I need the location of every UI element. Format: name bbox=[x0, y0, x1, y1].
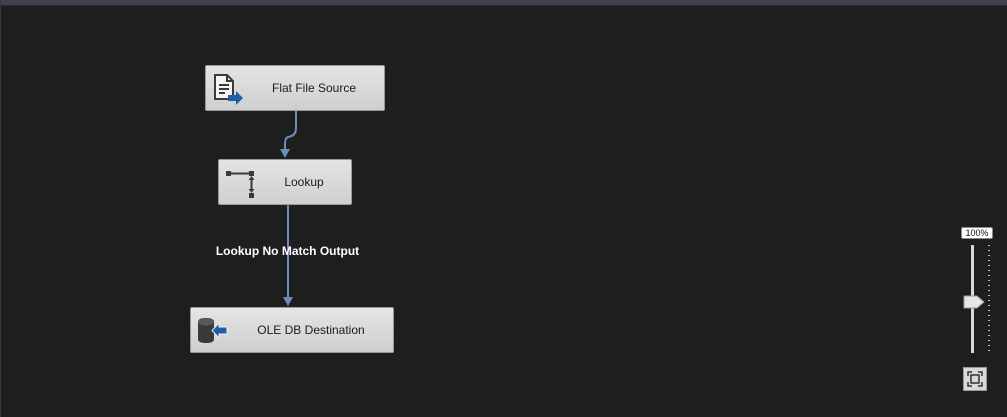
path-lookup-to-destination-arrow bbox=[283, 297, 293, 306]
canvas-top-border bbox=[0, 0, 1007, 6]
canvas-left-border bbox=[0, 0, 1, 417]
flat-file-source-icon bbox=[214, 74, 243, 105]
design-canvas[interactable]: Flat File Source Lookup Lookup No Match … bbox=[0, 0, 1007, 417]
ole-db-destination-label: OLE DB Destination bbox=[257, 323, 365, 337]
zoom-to-fit-icon bbox=[967, 371, 983, 387]
path-label-no-match-output[interactable]: Lookup No Match Output bbox=[200, 244, 375, 258]
flat-file-source-label: Flat File Source bbox=[271, 81, 357, 95]
data-flow-paths bbox=[280, 111, 297, 306]
path-flat-file-to-lookup-arrow bbox=[280, 149, 290, 158]
zoom-level-readout: 100% bbox=[961, 227, 993, 239]
zoom-to-fit-button[interactable] bbox=[963, 367, 987, 391]
flat-file-source-task[interactable]: Flat File Source bbox=[205, 65, 385, 111]
lookup-icon bbox=[226, 171, 255, 198]
path-flat-file-to-lookup[interactable] bbox=[284, 111, 297, 150]
ole-db-destination-task[interactable]: OLE DB Destination bbox=[190, 307, 394, 353]
lookup-label: Lookup bbox=[284, 175, 324, 189]
zoom-slider-ticks bbox=[988, 245, 990, 353]
lookup-task[interactable]: Lookup bbox=[218, 159, 352, 205]
ole-db-destination-icon bbox=[198, 318, 228, 343]
zoom-slider-thumb[interactable] bbox=[963, 295, 985, 309]
